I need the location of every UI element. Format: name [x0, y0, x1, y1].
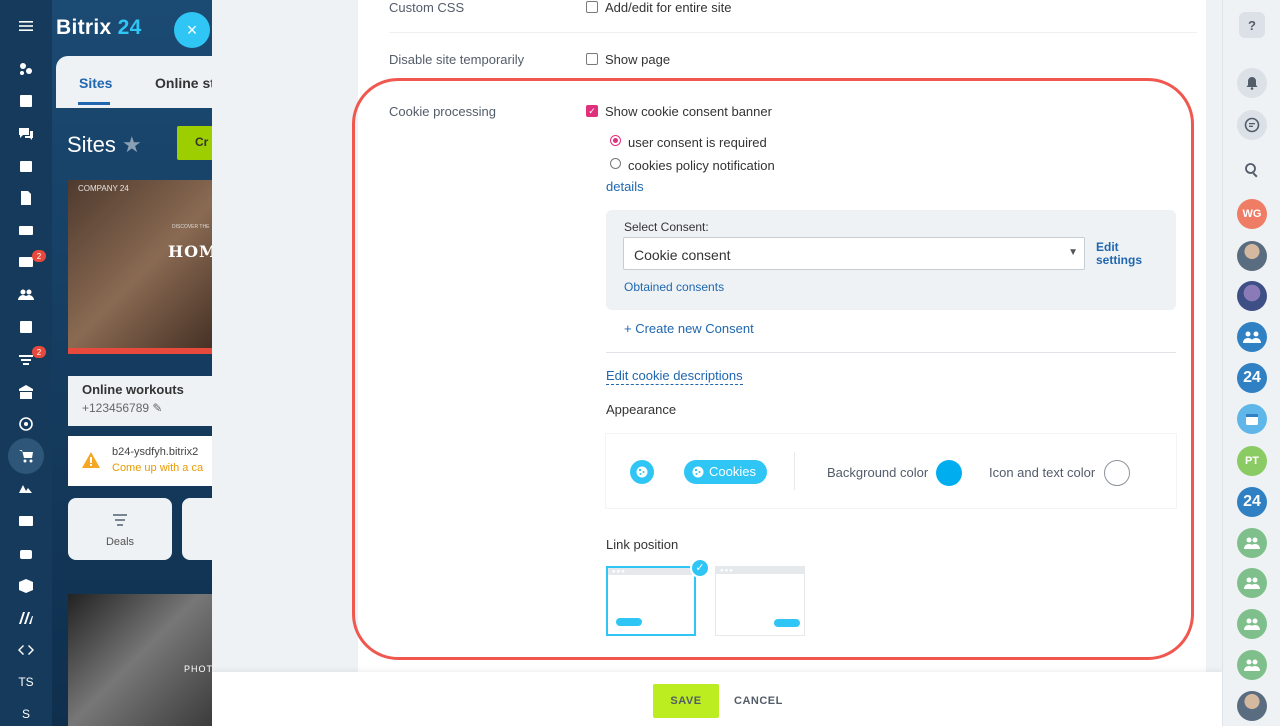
thumbnail-brand: COMPANY 24	[78, 184, 129, 193]
user-status-letter[interactable]: S	[0, 707, 52, 721]
bitrix24-channel-avatar[interactable]: 24	[1237, 487, 1267, 517]
activity-icon[interactable]	[12, 57, 40, 81]
drive-icon[interactable]	[12, 218, 40, 242]
robot-icon[interactable]	[12, 541, 40, 565]
close-slider-button[interactable]: ×	[174, 12, 210, 48]
help-glyph: ?	[1248, 17, 1256, 33]
bell-icon[interactable]	[1237, 68, 1267, 98]
show-page-checkbox[interactable]	[586, 53, 598, 65]
tab-online-store[interactable]: Online st	[155, 75, 215, 91]
site-card-title: Online workouts	[82, 382, 184, 397]
help-icon[interactable]: ?	[1239, 12, 1265, 38]
cart-icon[interactable]	[12, 444, 40, 468]
messages-icon[interactable]	[1237, 110, 1267, 140]
deals-tile[interactable]: Deals	[68, 498, 172, 560]
tasks-icon[interactable]	[12, 315, 40, 339]
menu-icon[interactable]	[12, 14, 40, 38]
highlight-annotation	[352, 78, 1194, 660]
contact-card-icon[interactable]	[12, 509, 40, 533]
thumbnail-subtitle: DISCOVER THE	[172, 224, 210, 230]
custom-css-checkbox[interactable]	[586, 1, 598, 13]
crm-badge: 2	[32, 346, 46, 358]
site-card-phone: +123456789 ✎	[82, 401, 163, 415]
bitrix-logo[interactable]: Bitrix 24	[56, 16, 142, 40]
news-icon[interactable]	[12, 89, 40, 113]
signature-icon[interactable]	[12, 477, 40, 501]
group-avatar[interactable]	[1237, 568, 1267, 598]
show-page-option[interactable]: Show page	[605, 52, 670, 67]
background-sites-page: Bitrix 24 × Sites Online st Sites ★ Cr C…	[52, 0, 237, 726]
site-thumbnail-2[interactable]: PHOTOG	[68, 594, 232, 726]
user-initials[interactable]: TS	[0, 675, 52, 689]
deals-label: Deals	[105, 536, 135, 548]
tab-active-indicator	[78, 102, 110, 105]
mail-badge: 2	[32, 250, 46, 262]
disable-site-label: Disable site temporarily	[389, 52, 525, 67]
calendar-icon[interactable]	[12, 154, 40, 178]
avatar[interactable]	[1237, 691, 1267, 721]
bitrix24-channel-avatar[interactable]: 24	[1237, 363, 1267, 393]
domain-warning: b24-ysdfyh.bitrix2 Come up with a ca	[68, 436, 232, 486]
thumbnail-heading: HOM	[168, 242, 218, 261]
site-card-info[interactable]: Online workouts +123456789 ✎	[68, 376, 232, 426]
avatar[interactable]	[1237, 241, 1267, 271]
document-icon[interactable]	[12, 186, 40, 210]
left-nav: 2 2 TS S	[0, 0, 52, 726]
site-thumbnail[interactable]: COMPANY 24 DISCOVER THE HOM	[68, 180, 232, 354]
code-icon[interactable]	[12, 638, 40, 662]
group-avatar[interactable]	[1237, 528, 1267, 558]
store-icon[interactable]	[12, 380, 40, 404]
funnel-icon	[113, 514, 127, 526]
search-icon[interactable]	[1237, 155, 1267, 185]
divider	[389, 32, 1197, 33]
cancel-button[interactable]: CANCEL	[734, 684, 782, 718]
target-icon[interactable]	[12, 412, 40, 436]
groups-icon[interactable]	[12, 283, 40, 307]
footer-bar: SAVE CANCEL	[212, 672, 1222, 726]
avatar[interactable]: WG	[1237, 199, 1267, 229]
group-avatar[interactable]	[1237, 650, 1267, 680]
avatar[interactable]	[1237, 281, 1267, 311]
chat-icon[interactable]	[12, 122, 40, 146]
pencil-icon[interactable]: ✎	[152, 401, 162, 415]
page-title: Sites ★	[67, 132, 142, 157]
tab-sites[interactable]: Sites	[79, 75, 112, 91]
calendar-chat-icon[interactable]	[1237, 404, 1267, 434]
site-settings-slider: Custom CSS Add/edit for entire site Disa…	[212, 0, 1222, 726]
warning-icon	[82, 452, 100, 468]
star-icon[interactable]: ★	[122, 132, 142, 157]
avatar[interactable]: PT	[1237, 446, 1267, 476]
group-chat-icon[interactable]	[1237, 322, 1267, 352]
screen: 2 2 TS S Bitrix 24 × Sites Online st Sit…	[0, 0, 1280, 726]
market-icon[interactable]	[12, 606, 40, 630]
right-sidebar: ? WG 24 PT 24	[1222, 0, 1280, 726]
custom-css-option[interactable]: Add/edit for entire site	[605, 0, 731, 15]
group-avatar[interactable]	[1237, 609, 1267, 639]
custom-css-label: Custom CSS	[389, 0, 465, 15]
save-button[interactable]: SAVE	[653, 684, 719, 718]
box-icon[interactable]	[12, 574, 40, 598]
